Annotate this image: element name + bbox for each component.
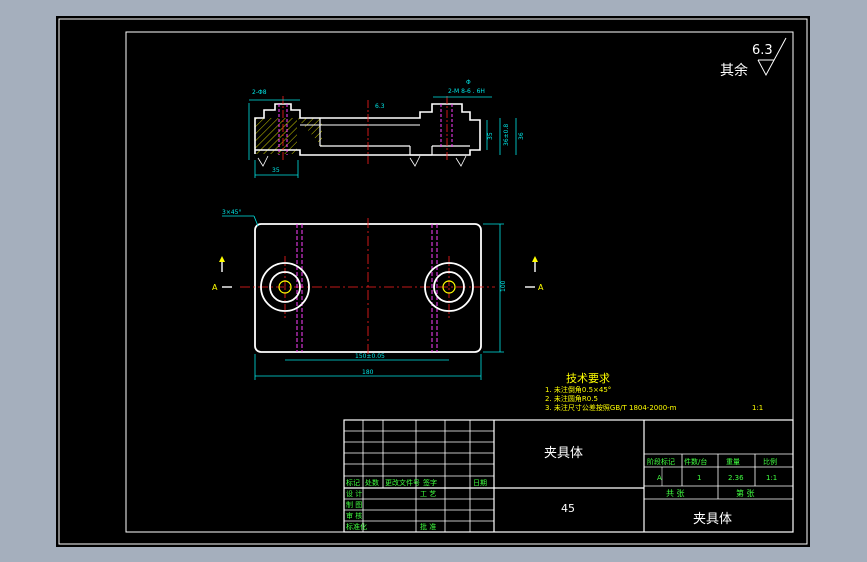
roughness-prefix: 其余 — [720, 62, 748, 79]
tech-title: 技术要求 — [566, 372, 610, 385]
material: 45 — [561, 502, 575, 515]
approve-label: 批 准 — [420, 522, 436, 531]
change-cell: 处数 — [365, 478, 379, 487]
drawing-sheet: 其余 6.3 2-Φ8 2-M 8-6 . 6H Φ 35 35 36±0.8 … — [56, 16, 810, 547]
change-cell: 签字 — [423, 478, 437, 487]
dim-height2: 36±0.8 — [503, 124, 510, 146]
sign-row: 制 图 — [346, 500, 362, 509]
dim-height3: 36 — [518, 132, 525, 140]
dim-height: 100 — [500, 280, 507, 292]
tech-item: 3. 未注尺寸公差按照GB/T 1804-2000-m — [545, 403, 677, 412]
change-cell: 标记 — [346, 478, 360, 487]
dim-left-tol: 2-Φ8 — [252, 89, 267, 96]
sheet-total-label: 共 张 — [666, 489, 685, 498]
dim-spacing: 150±0.05 — [355, 353, 385, 360]
value-cell: 1 — [697, 474, 701, 482]
change-cell: 日期 — [473, 479, 487, 487]
dim-right-tol: 2-M 8-6 . 6H — [448, 88, 485, 95]
dim-height1: 35 — [487, 132, 494, 140]
value-cell: 2.36 — [728, 474, 744, 482]
sheet-index-label: 第 张 — [736, 488, 755, 498]
header-cell: 件数/台 — [684, 457, 707, 466]
change-cell: 更改文件号 — [385, 478, 420, 487]
tech-item: 1. 未注倒角0.5×45° — [545, 385, 611, 394]
dim-length: 180 — [362, 369, 374, 376]
tech-extra-mark: 1:1 — [752, 404, 763, 412]
tech-item: 2. 未注圆角R0.5 — [545, 394, 598, 403]
roughness-value: 6.3 — [752, 43, 773, 58]
sign-row: 标准化 — [346, 522, 367, 531]
dim-phi: Φ — [466, 79, 471, 86]
section-hatch — [255, 118, 297, 154]
drawing-name: 夹具体 — [693, 512, 732, 527]
dim-width-left: 35 — [272, 167, 280, 174]
part-name: 夹具体 — [544, 446, 583, 461]
section-label-left: A — [212, 283, 218, 292]
header-cell: 重量 — [726, 458, 740, 466]
sign-row: 设 计 — [346, 489, 362, 498]
value-cell: A — [657, 474, 662, 482]
process-label: 工 艺 — [420, 490, 436, 498]
dim-chamfer: 3×45° — [222, 209, 241, 216]
section-label-right: A — [538, 283, 544, 292]
section-surface-mark: 6.3 — [375, 103, 385, 110]
value-cell: 1:1 — [766, 474, 777, 482]
header-cell: 比例 — [763, 457, 777, 466]
header-cell: 阶段标记 — [647, 457, 675, 466]
sign-row: 审 核 — [346, 511, 362, 520]
